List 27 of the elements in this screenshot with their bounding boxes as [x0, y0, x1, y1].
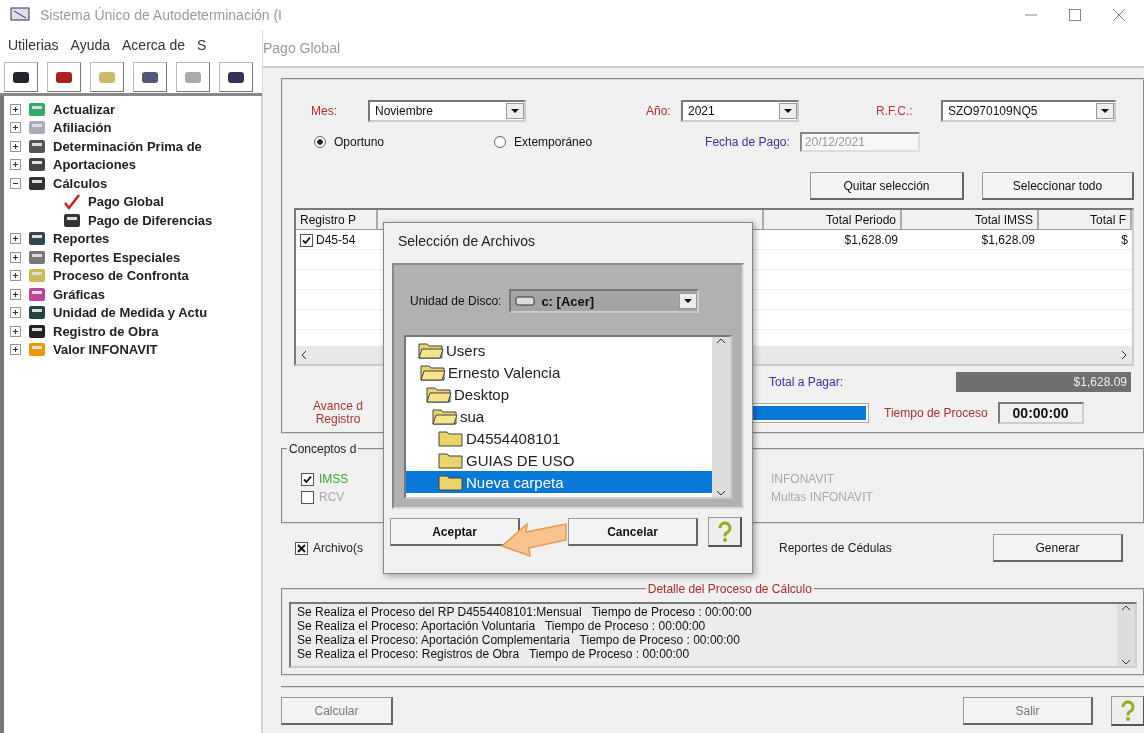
table-cell-text: $1,628.09 — [843, 232, 899, 249]
window-title: Sistema Único de Autodeterminación (I — [40, 7, 282, 23]
column-header: Registro P — [296, 210, 378, 230]
field-label: Unidad de Disco: — [410, 294, 502, 308]
total-label: Total a Pagar: — [769, 375, 845, 389]
log-line: Se Realiza el Proceso del RP D4554408101:Mensual Tiempo de Proceso : 00:00:00 — [297, 605, 753, 619]
progress-label: Avance d Registro — [312, 400, 364, 426]
group-title: Detalle del Proceso de Cálculo — [645, 582, 814, 596]
field-label: R.F.C.: — [876, 104, 914, 118]
field-label: Fecha de Pago: — [705, 135, 790, 149]
dialog-title: Selección de Archivos — [397, 232, 536, 251]
child-window-title: Pago Global — [263, 40, 341, 56]
time-label: Tiempo de Proceso — [884, 406, 988, 420]
table-cell-text: $1,628.09 — [980, 232, 1036, 249]
time-value: 00:00:00 — [997, 402, 1084, 424]
total-amount: $1,628.09 — [956, 372, 1131, 392]
group-title: Conceptos d — [287, 442, 359, 456]
log-line: Se Realiza el Proceso: Aportación Complementaria Tiempo de Proceso : 00:00:00 — [297, 633, 741, 647]
column-header: Total F — [1039, 210, 1132, 230]
table-cell: D45-54 — [316, 233, 356, 247]
log-line: Se Realiza el Proceso: Aportación Voluntaria Tiempo de Proceso : 00:00:00 — [297, 619, 707, 633]
field-label: Mes: — [311, 104, 338, 118]
column-header: Total IMSS — [902, 210, 1039, 230]
field-label: Año: — [646, 104, 672, 118]
log-line: Se Realiza el Proceso: Registros de Obra Tiempo de Proceso : 00:00:00 — [297, 647, 691, 661]
table-cell-text: $ — [1120, 232, 1129, 249]
column-header: Total Periodo — [764, 210, 902, 230]
